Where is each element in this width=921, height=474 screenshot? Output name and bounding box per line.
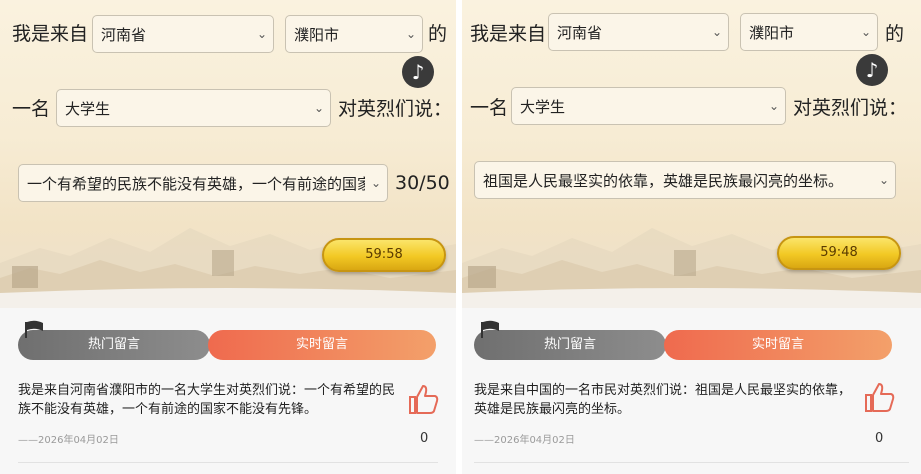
prefix-label: 我是来自 [470, 23, 547, 45]
tab-hot-messages[interactable]: 热门留言 [18, 330, 210, 360]
identity-value: 大学生 [65, 99, 111, 118]
yiming-label: 一名 [12, 98, 51, 120]
province-select[interactable]: 河南省 ⌄ [92, 15, 274, 53]
de-label: 的 [428, 23, 448, 45]
chevron-down-icon: ⌄ [313, 101, 325, 115]
yiming-label: 一名 [470, 97, 509, 119]
province-value: 河南省 [557, 23, 603, 42]
music-note-icon[interactable]: ♪ [856, 54, 888, 86]
prefix-label: 我是来自 [12, 23, 89, 45]
identity-value: 大学生 [520, 97, 566, 116]
comment-text: 我是来自中国的一名市民对英烈们说：祖国是人民最坚实的依靠，英雄是民族最闪亮的坐标… [474, 383, 852, 417]
message-select[interactable]: 一个有希望的民族不能没有英雄，一个有前途的国家 ⌄ [18, 164, 388, 202]
chevron-down-icon: ⌄ [860, 25, 872, 39]
chevron-down-icon: ⌄ [768, 99, 780, 113]
countdown-timer: 59:58 [322, 238, 446, 272]
de-label: 的 [885, 23, 905, 45]
province-select[interactable]: 河南省 ⌄ [548, 13, 729, 51]
tab-live-messages[interactable]: 实时留言 [664, 330, 892, 360]
chevron-down-icon: ⌄ [256, 27, 268, 41]
message-value: 祖国是人民最坚实的依靠，英雄是民族最闪亮的坐标。 [483, 171, 844, 190]
message-value: 一个有希望的民族不能没有英雄，一个有前途的国家 [27, 174, 365, 193]
tab-live-messages[interactable]: 实时留言 [208, 330, 436, 360]
chevron-down-icon: ⌄ [878, 173, 890, 187]
identity-select[interactable]: 大学生 ⌄ [56, 89, 331, 127]
like-count: 0 [875, 431, 884, 446]
thumbs-up-icon[interactable] [862, 380, 896, 414]
left-panel: 我是来自 河南省 ⌄ 濮阳市 ⌄ 的 ♪ 一名 大学生 ⌄ 对英烈们说： 一个有… [0, 0, 456, 474]
tab-hot-messages[interactable]: 热门留言 [474, 330, 666, 360]
message-select[interactable]: 祖国是人民最坚实的依靠，英雄是民族最闪亮的坐标。 ⌄ [474, 161, 896, 199]
chevron-down-icon: ⌄ [405, 27, 417, 41]
flag-icon [481, 320, 499, 338]
countdown-timer: 59:48 [777, 236, 901, 270]
char-counter: 30/50 [395, 172, 450, 194]
city-select[interactable]: 濮阳市 ⌄ [285, 15, 423, 53]
like-count: 0 [420, 431, 429, 446]
dui-yinglie-label: 对英烈们说： [338, 98, 453, 120]
chevron-down-icon: ⌄ [370, 176, 382, 190]
comment-text: 我是来自河南省濮阳市的一名大学生对英烈们说：一个有希望的民族不能没有英雄，一个有… [18, 383, 396, 417]
divider [18, 462, 438, 463]
divider [474, 462, 909, 463]
music-note-icon[interactable]: ♪ [402, 56, 434, 88]
flag-icon [25, 320, 43, 338]
province-value: 河南省 [101, 25, 147, 44]
comment-date: ——2026年04月02日 [474, 435, 575, 446]
city-value: 濮阳市 [749, 23, 795, 42]
right-panel: 我是来自 河南省 ⌄ 濮阳市 ⌄ 的 ♪ 一名 大学生 ⌄ 对英烈们说： 祖国是… [462, 0, 921, 474]
comment-date: ——2026年04月02日 [18, 435, 119, 446]
chevron-down-icon: ⌄ [711, 25, 723, 39]
dui-yinglie-label: 对英烈们说： [793, 97, 908, 119]
thumbs-up-icon[interactable] [406, 382, 440, 416]
city-select[interactable]: 濮阳市 ⌄ [740, 13, 878, 51]
identity-select[interactable]: 大学生 ⌄ [511, 87, 786, 125]
city-value: 濮阳市 [294, 25, 340, 44]
